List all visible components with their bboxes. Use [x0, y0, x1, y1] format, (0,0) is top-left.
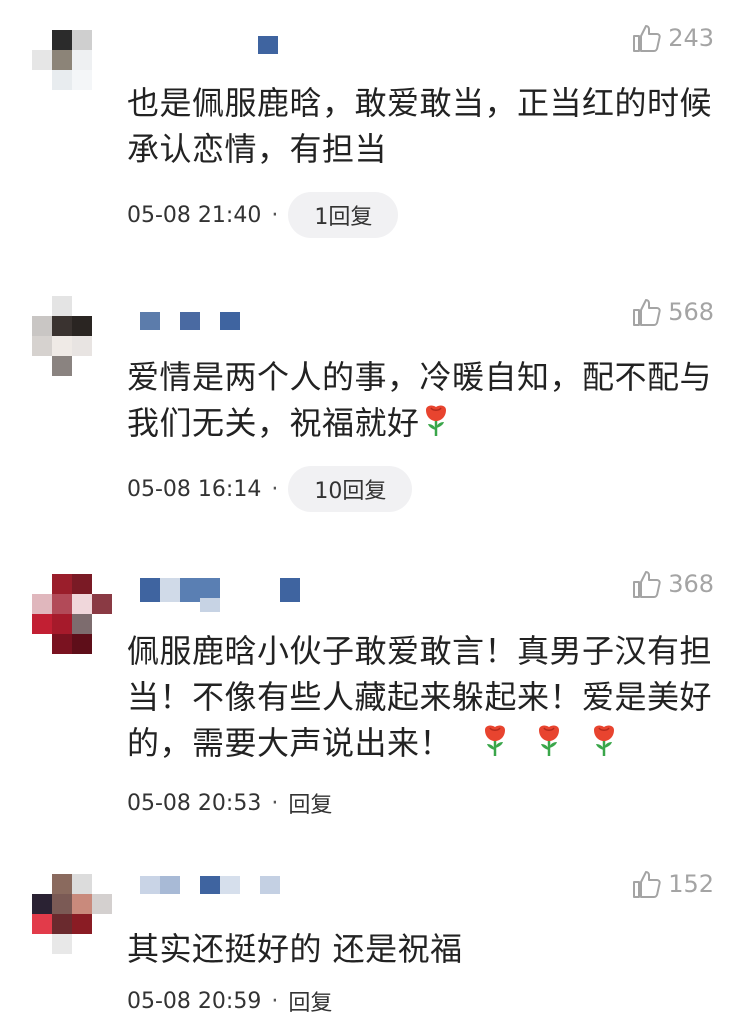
like-count: 368: [668, 570, 714, 598]
reply-button[interactable]: 10回复: [288, 466, 413, 512]
comment-meta: 05-08 20:59 · 回复: [127, 978, 332, 1024]
comment-time: 05-08 20:59: [127, 988, 262, 1014]
like-button[interactable]: 368: [630, 568, 714, 600]
comment-time: 05-08 16:14: [127, 476, 262, 502]
thumbs-up-icon: [633, 571, 661, 598]
comment-text: 佩服鹿晗小伙子敢爱敢言！真男子汉有担当！不像有些人藏起来躲起来！爱是美好的，需要…: [127, 628, 727, 770]
comment-text: 爱情是两个人的事，冷暖自知，配不配与我们无关，祝福就好: [127, 354, 727, 450]
avatar[interactable]: [32, 874, 112, 954]
comment-time: 05-08 21:40: [127, 202, 262, 228]
comment-time: 05-08 20:53: [127, 790, 262, 816]
comment-meta: 05-08 21:40 · 1回复: [127, 192, 399, 238]
like-count: 568: [668, 298, 714, 326]
like-count: 152: [668, 870, 714, 898]
like-button[interactable]: 152: [630, 868, 714, 900]
comment-text: 其实还挺好的 还是祝福: [127, 930, 463, 968]
thumbs-up-icon: [633, 25, 661, 52]
like-button[interactable]: 243: [630, 22, 714, 54]
like-count: 243: [668, 24, 714, 52]
separator-dot: ·: [271, 202, 279, 228]
thumbs-up-icon: [633, 299, 661, 326]
thumbs-up-icon: [633, 871, 661, 898]
separator-dot: ·: [271, 790, 279, 816]
rose-icon: [535, 722, 563, 770]
rose-icon: [422, 402, 450, 450]
rose-icon: [590, 722, 618, 770]
separator-dot: ·: [271, 476, 279, 502]
rose-icon: [481, 722, 509, 770]
reply-button[interactable]: 1回复: [288, 192, 399, 238]
comment-meta: 05-08 20:53 · 回复: [127, 780, 332, 826]
avatar[interactable]: [32, 30, 112, 110]
reply-button[interactable]: 回复: [288, 787, 332, 819]
comment-text: 也是佩服鹿晗，敢爱敢当，正当红的时候承认恋情，有担当: [127, 84, 713, 168]
avatar[interactable]: [32, 296, 112, 376]
reply-button[interactable]: 回复: [288, 985, 332, 1017]
comment-meta: 05-08 16:14 · 10回复: [127, 466, 413, 512]
separator-dot: ·: [271, 988, 279, 1014]
like-button[interactable]: 568: [630, 296, 714, 328]
avatar[interactable]: [32, 574, 112, 654]
